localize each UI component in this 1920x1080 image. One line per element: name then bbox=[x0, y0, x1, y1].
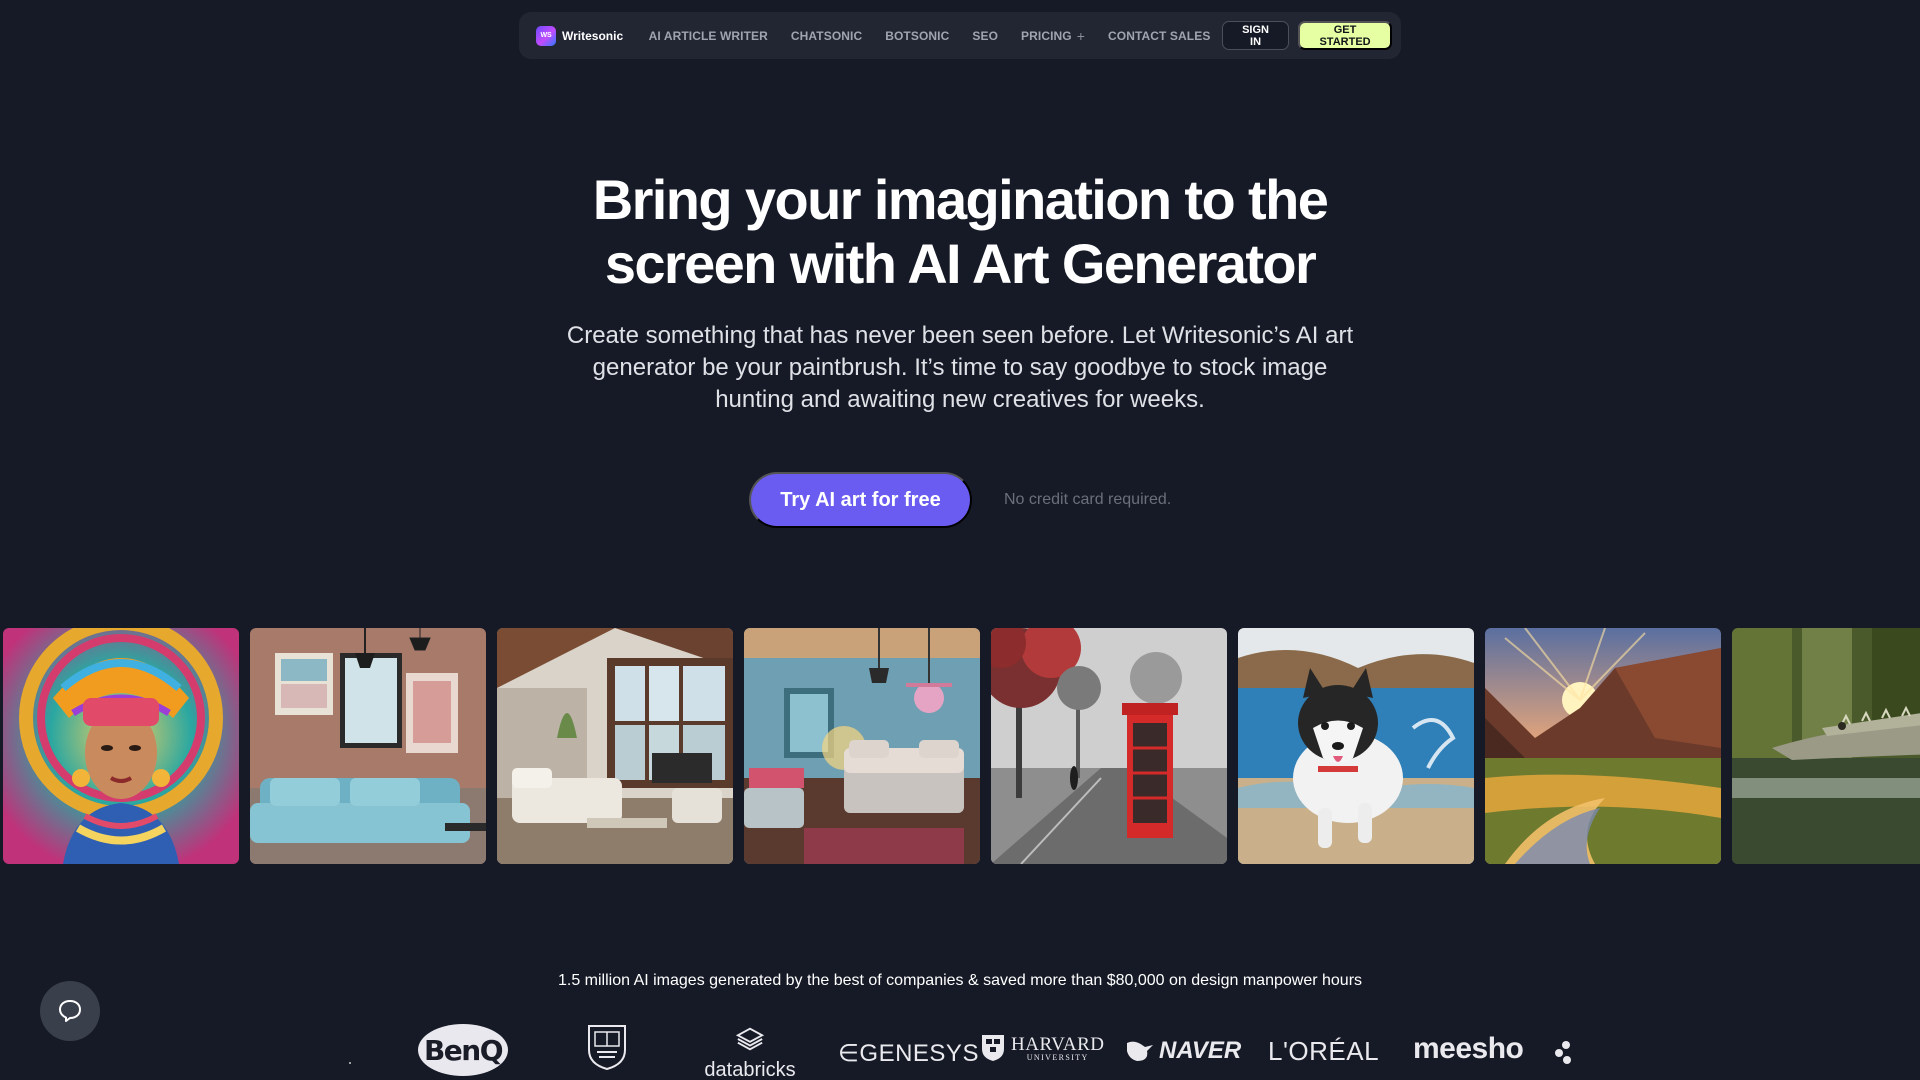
hero-title-line: Bring your imagination to the bbox=[592, 168, 1329, 231]
hero-subtitle-line: Create something that has never been see… bbox=[566, 322, 1354, 349]
harvard-subtitle: UNIVERSITY bbox=[1026, 1052, 1089, 1062]
gallery-image-crocodile bbox=[1732, 628, 1920, 864]
databricks-logo: databricks bbox=[700, 1026, 800, 1080]
hero-title-line: screen with AI Art Generator bbox=[604, 232, 1317, 295]
no-credit-card-note: No credit card required. bbox=[1004, 491, 1172, 508]
gallery-image-goddess-portrait bbox=[3, 628, 239, 864]
loreal-logo: L'ORÉAL bbox=[1268, 1036, 1380, 1066]
meesho-logo: meesho bbox=[1413, 1032, 1524, 1065]
harvard-wordmark: HARVARD UNIVERSITY bbox=[1011, 1035, 1104, 1062]
brand-logo[interactable]: WS Writesonic bbox=[536, 25, 624, 46]
try-ai-art-button[interactable]: Try AI art for free bbox=[749, 472, 972, 528]
gallery-image-blue-sofa-room bbox=[250, 628, 486, 864]
top-navigation: WS Writesonic AI ARTICLE WRITER CHATSONI… bbox=[519, 12, 1401, 59]
naver-name: NAVER bbox=[1159, 1037, 1242, 1064]
logo-partial-dot bbox=[349, 1062, 351, 1064]
nav-link-chatsonic[interactable]: CHATSONIC bbox=[791, 29, 862, 43]
university-crest-icon bbox=[587, 1024, 627, 1071]
genesys-logo: ∈GENESYS bbox=[838, 1039, 979, 1068]
partial-logo-icon bbox=[1554, 1040, 1574, 1064]
chat-widget-button[interactable] bbox=[40, 981, 100, 1041]
brand-name: Writesonic bbox=[562, 28, 624, 43]
hero-title: Bring your imagination to the screen wit… bbox=[0, 168, 1920, 296]
nav-link-pricing[interactable]: PRICING + bbox=[1021, 29, 1085, 43]
nav-link-contact-sales[interactable]: CONTACT SALES bbox=[1108, 29, 1210, 43]
nav-link-ai-article-writer[interactable]: AI ARTICLE WRITER bbox=[649, 29, 768, 43]
chat-bubble-icon bbox=[59, 1000, 81, 1022]
sign-in-button[interactable]: SIGN IN bbox=[1221, 21, 1290, 50]
genesys-mark-icon: ∈ bbox=[838, 1040, 860, 1067]
ai-image-gallery bbox=[3, 628, 1920, 864]
harvard-shield-icon bbox=[982, 1035, 1004, 1061]
naver-bird-icon bbox=[1127, 1041, 1153, 1061]
naver-logo: NAVER bbox=[1125, 1037, 1241, 1065]
databricks-name: databricks bbox=[704, 1059, 796, 1080]
gallery-image-mountain-sunset bbox=[1485, 628, 1721, 864]
social-proof-text: 1.5 million AI images generated by the b… bbox=[557, 972, 1363, 989]
hero-subtitle-line: hunting and awaiting new creatives for w… bbox=[715, 386, 1205, 413]
writesonic-logo-icon: WS bbox=[536, 25, 556, 46]
gallery-image-husky-on-beach bbox=[1238, 628, 1474, 864]
plus-icon: + bbox=[1076, 27, 1086, 44]
databricks-stack-icon bbox=[735, 1027, 765, 1051]
benq-logo: BenQ bbox=[418, 1024, 508, 1076]
customer-logos: BenQ databricks ∈GENESYS HARVARD UNIVERS… bbox=[0, 1018, 1920, 1080]
nav-link-seo[interactable]: SEO bbox=[972, 29, 998, 43]
harvard-name: HARVARD bbox=[1011, 1033, 1105, 1055]
harvard-logo: HARVARD UNIVERSITY bbox=[981, 1034, 1104, 1062]
gallery-image-modern-living-room bbox=[497, 628, 733, 864]
hero-subtitle: Create something that has never been see… bbox=[540, 320, 1380, 416]
nav-link-botsonic[interactable]: BOTSONIC bbox=[885, 29, 949, 43]
gallery-image-red-phone-booth bbox=[991, 628, 1227, 864]
get-started-button[interactable]: GET STARTED bbox=[1298, 21, 1392, 50]
gallery-image-cozy-bedroom bbox=[744, 628, 980, 864]
genesys-name: GENESYS bbox=[859, 1040, 979, 1067]
hero-subtitle-line: generator be your paintbrush. It’s time … bbox=[592, 354, 1328, 381]
nav-link-pricing-label: PRICING bbox=[1021, 28, 1072, 43]
